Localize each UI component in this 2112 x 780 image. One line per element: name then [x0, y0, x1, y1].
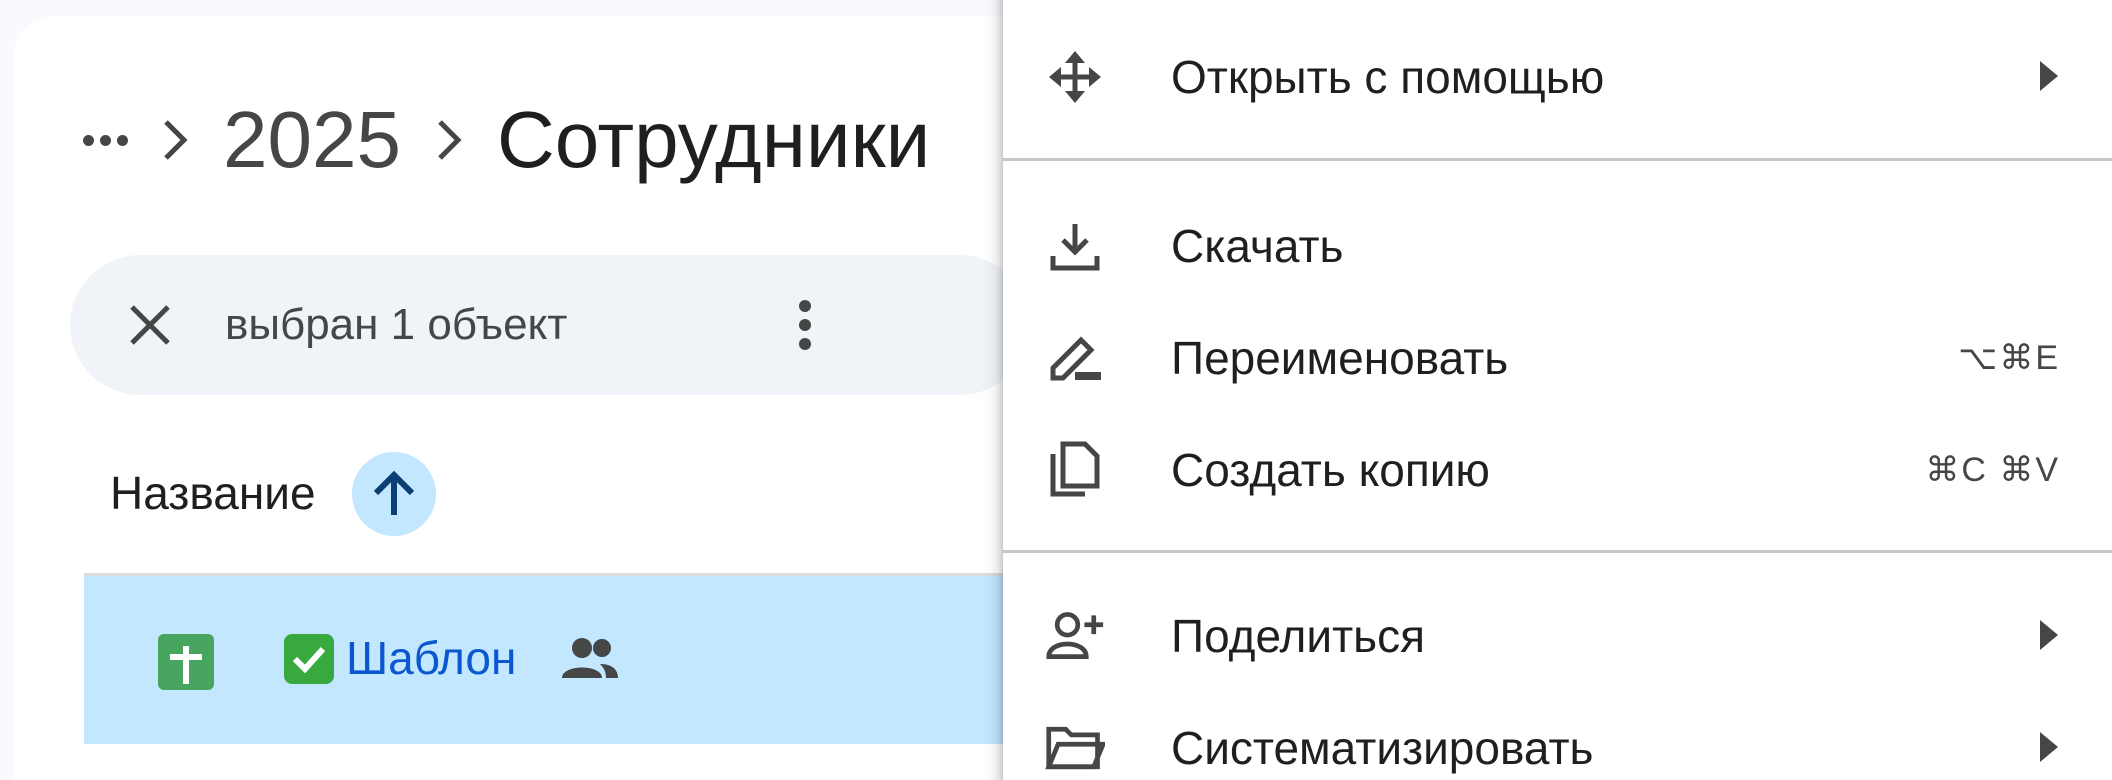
- menu-divider: [1003, 550, 2112, 553]
- menu-item-rename[interactable]: Переименовать ⌥⌘E: [1003, 306, 2112, 406]
- submenu-arrow-icon: [2040, 620, 2058, 650]
- copy-icon: [1045, 440, 1105, 500]
- menu-item-label: Переименовать: [1171, 332, 1509, 384]
- submenu-arrow-icon: [2040, 732, 2058, 762]
- dot: [82, 134, 94, 146]
- menu-divider: [1003, 158, 2112, 161]
- shared-people-icon: [560, 634, 620, 684]
- folder-icon: [1045, 718, 1105, 778]
- context-menu: Открыть с помощью Скачать Переименовать …: [1003, 0, 2112, 780]
- menu-item-label: Поделиться: [1171, 610, 1426, 662]
- dot: [99, 134, 111, 146]
- menu-item-label: Скачать: [1171, 220, 1344, 272]
- dot: [116, 134, 128, 146]
- menu-item-shortcut: ⌘C ⌘V: [1925, 451, 2060, 489]
- menu-item-label: Систематизировать: [1171, 722, 1594, 774]
- menu-item-make-copy[interactable]: Создать копию ⌘C ⌘V: [1003, 418, 2112, 518]
- menu-item-shortcut: ⌥⌘E: [1958, 339, 2060, 377]
- check-mark-emoji-icon: [284, 634, 334, 684]
- file-name[interactable]: Шаблон: [346, 630, 516, 686]
- breadcrumb-current-folder[interactable]: Сотрудники: [489, 100, 938, 180]
- rename-icon: [1045, 328, 1105, 388]
- chevron-right-icon: [135, 118, 215, 162]
- menu-item-download[interactable]: Скачать: [1003, 194, 2112, 294]
- menu-item-open-with[interactable]: Открыть с помощью: [1003, 25, 2112, 125]
- chevron-right-icon: [409, 118, 489, 162]
- more-actions-button[interactable]: [770, 290, 840, 360]
- open-with-icon: [1045, 47, 1105, 107]
- close-icon: [130, 305, 170, 345]
- menu-item-label: Создать копию: [1171, 444, 1490, 496]
- share-person-add-icon: [1045, 606, 1105, 666]
- download-icon: [1045, 216, 1105, 276]
- submenu-arrow-icon: [2040, 61, 2058, 91]
- menu-item-label: Открыть с помощью: [1171, 51, 1605, 103]
- column-header-name[interactable]: Название: [110, 469, 316, 517]
- menu-item-share[interactable]: Поделиться: [1003, 584, 2112, 684]
- google-sheets-icon: [158, 634, 214, 690]
- breadcrumb: 2025 Сотрудники: [75, 92, 938, 188]
- selection-count: выбран 1 объект: [225, 300, 568, 349]
- menu-item-organize[interactable]: Систематизировать: [1003, 696, 2112, 780]
- clear-selection-button[interactable]: [115, 290, 185, 360]
- arrow-up-icon: [373, 470, 415, 515]
- table-row[interactable]: Шаблон: [84, 576, 1084, 744]
- selection-toolbar: выбран 1 объект: [70, 255, 1030, 395]
- breadcrumb-more-button[interactable]: [75, 110, 135, 170]
- sort-direction-button[interactable]: [352, 452, 436, 536]
- breadcrumb-item-2025[interactable]: 2025: [215, 100, 409, 180]
- more-vertical-icon: [799, 300, 811, 350]
